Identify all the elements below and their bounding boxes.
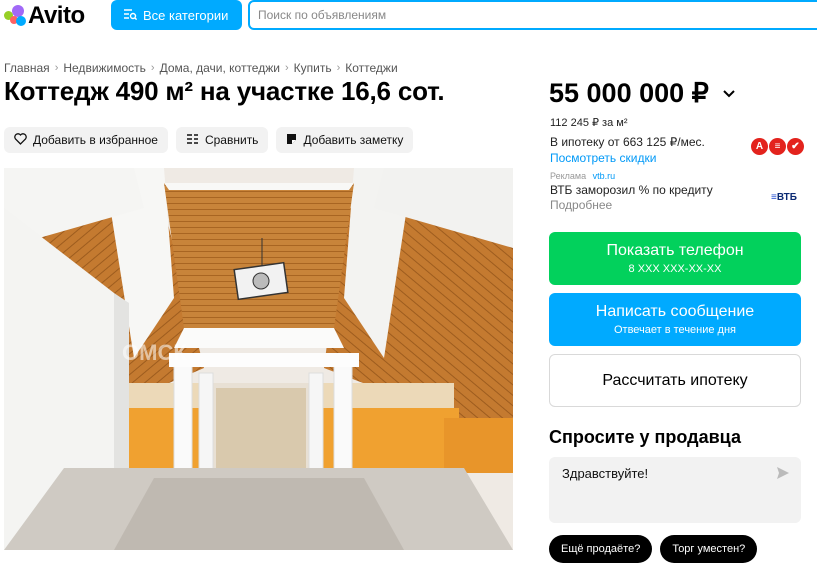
ask-seller-input[interactable]: Здравствуйте! [549,457,801,523]
compare-label: Сравнить [204,133,259,147]
add-note-button[interactable]: Добавить заметку [276,127,414,153]
chevron-right-icon: › [150,62,155,74]
breadcrumb-item[interactable]: Дома, дачи, коттеджи [160,61,280,75]
price[interactable]: 55 000 000 ₽ [549,78,735,109]
chevron-right-icon: › [336,62,341,74]
logo-text: Avito [28,2,85,29]
bank-logos: А ≡ ✔ [751,138,804,155]
all-categories-button[interactable]: Все категории [111,0,242,30]
quick-question-chip[interactable]: Ещё продаёте? [549,535,653,563]
favorite-label: Добавить в избранное [33,133,158,147]
all-categories-label: Все категории [143,7,229,23]
photo-watermark: ОМСК [122,340,187,365]
compare-icon [186,133,199,148]
calculate-mortgage-label: Рассчитать ипотеку [602,371,748,389]
breadcrumb-item[interactable]: Недвижимость [63,61,146,75]
chevron-right-icon: › [284,62,289,74]
bank-icon: ≡ [769,138,786,155]
listing-actions: Добавить в избранное Сравнить Добавить з… [4,127,414,153]
mortgage-text: В ипотеку от 663 125 ₽/мес. [550,135,705,149]
write-message-label: Написать сообщение [595,303,755,320]
logo-dots-icon [4,5,26,27]
ad-more-link[interactable]: Подробнее [550,198,612,212]
chevron-right-icon: › [54,62,59,74]
vtb-logo-text: ВТБ [776,192,797,203]
vtb-logo: ≡ВТБ [771,192,797,203]
phone-mask: 8 XXX XXX-XX-XX [628,263,722,275]
header: Avito Все категории Поиск по объявлениям [0,0,817,32]
ad-domain[interactable]: vtb.ru [593,171,616,181]
show-phone-button[interactable]: Показать телефон 8 XXX XXX-XX-XX [549,232,801,285]
ask-seller-message[interactable]: Здравствуйте! [562,466,648,481]
sovcombank-icon: ✔ [787,138,804,155]
note-label: Добавить заметку [303,133,404,147]
search-input[interactable]: Поиск по объявлениям [248,0,817,30]
add-to-favorites-button[interactable]: Добавить в избранное [4,127,168,153]
send-icon[interactable] [776,466,790,485]
quick-question-chip[interactable]: Торг уместен? [660,535,758,563]
chevron-down-icon [723,85,735,103]
compare-button[interactable]: Сравнить [175,127,269,153]
write-message-button[interactable]: Написать сообщение Отвечает в течение дн… [549,293,801,346]
breadcrumb-item[interactable]: Купить [294,61,332,75]
calculate-mortgage-button[interactable]: Рассчитать ипотеку [549,354,801,407]
view-discounts-link[interactable]: Посмотреть скидки [550,151,656,165]
breadcrumb: Главная › Недвижимость › Дома, дачи, кот… [4,61,398,75]
alfa-bank-icon: А [751,138,768,155]
show-phone-label: Показать телефон [606,242,744,259]
breadcrumb-item[interactable]: Коттеджи [345,61,397,75]
avito-logo[interactable]: Avito [4,2,85,30]
ad-label-text: Реклама [550,171,587,181]
price-per-meter: 112 245 ₽ за м² [550,117,628,129]
categories-icon [123,8,138,23]
breadcrumb-item[interactable]: Главная [4,61,50,75]
price-value: 55 000 000 ₽ [549,78,709,108]
ad-label: Реклама vtb.ru [550,171,615,181]
response-time: Отвечает в течение дня [613,324,737,336]
note-icon [286,133,297,148]
listing-photo[interactable]: ОМСК [4,168,513,550]
listing-title: Коттедж 490 м² на участке 16,6 сот. [4,76,445,106]
ask-seller-title: Спросите у продавца [549,427,741,447]
ad-text[interactable]: ВТБ заморозил % по кредиту [550,183,713,197]
heart-icon [14,132,27,148]
quick-questions: Ещё продаёте? Торг уместен? [549,535,758,563]
